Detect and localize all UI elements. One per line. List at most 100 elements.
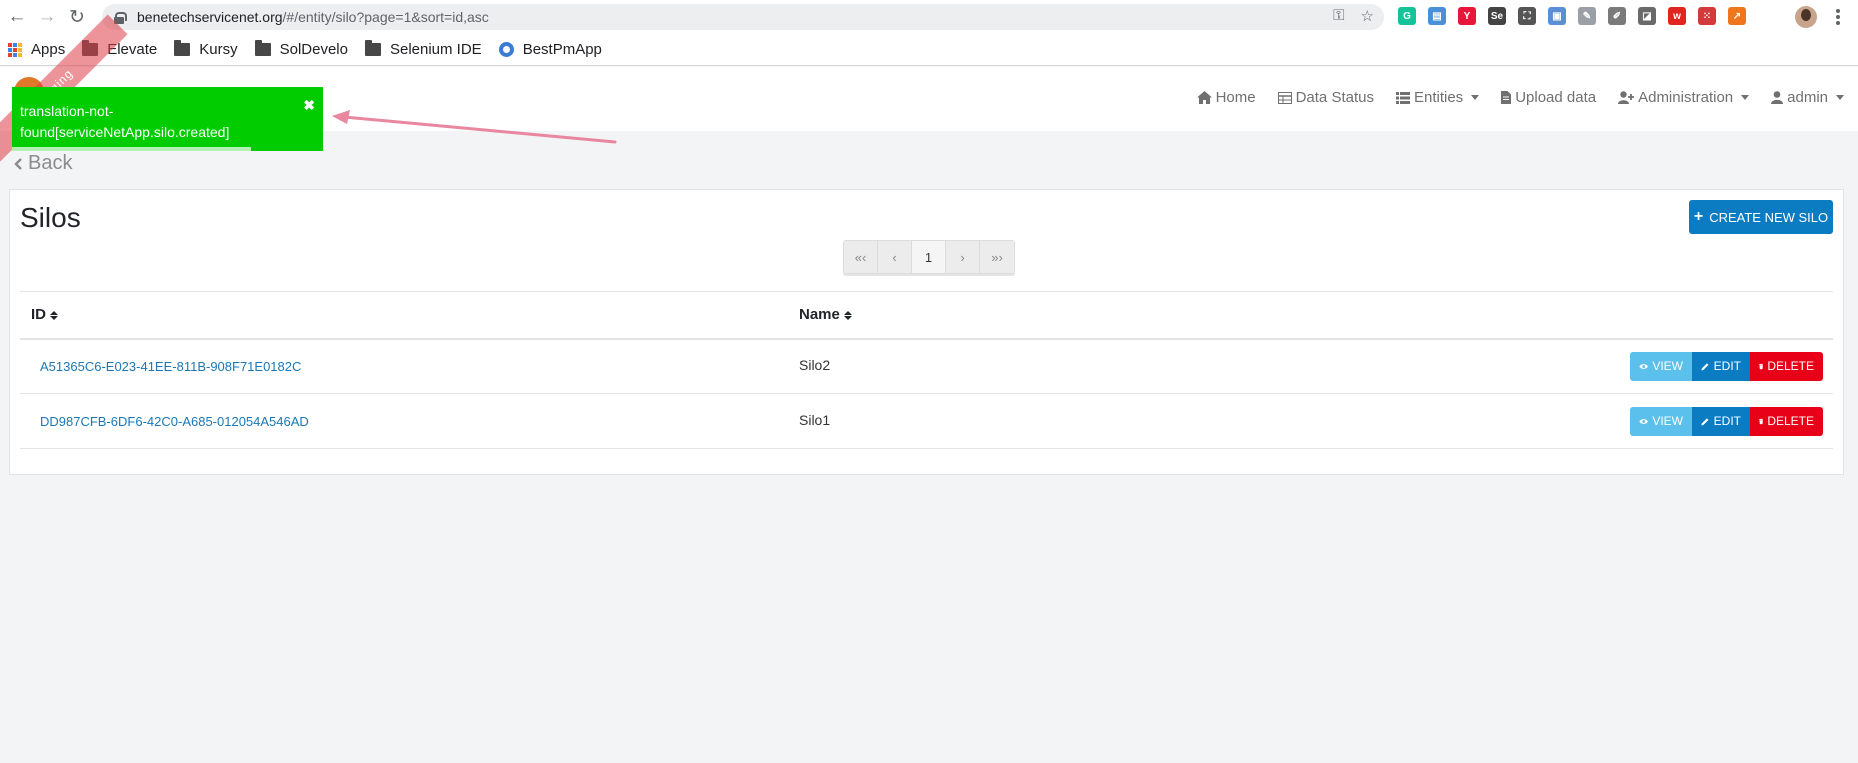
edit-button-label: EDIT bbox=[1713, 359, 1741, 374]
url-host: benetechservicenet.org bbox=[137, 9, 283, 25]
nav-data-status-label: Data Status bbox=[1295, 89, 1374, 106]
extension-icon[interactable]: w bbox=[1668, 7, 1686, 25]
pagination-last[interactable]: »› bbox=[980, 241, 1014, 273]
edit-button[interactable]: EDIT bbox=[1692, 406, 1750, 436]
back-label: Back bbox=[28, 152, 73, 174]
bookmark-soldevelo[interactable]: SolDevelo bbox=[254, 40, 348, 58]
extension-icon[interactable]: ◪ bbox=[1638, 7, 1656, 25]
view-button[interactable]: VIEW bbox=[1630, 406, 1692, 436]
file-icon bbox=[1501, 91, 1512, 104]
url-path: /#/entity/silo?page=1&sort=id,asc bbox=[282, 9, 489, 25]
extension-icon[interactable]: ✐ bbox=[1608, 7, 1626, 25]
home-icon bbox=[1196, 91, 1212, 104]
profile-avatar[interactable] bbox=[1795, 6, 1817, 28]
view-button-label: VIEW bbox=[1652, 414, 1683, 428]
bestpmapp-icon bbox=[498, 42, 514, 57]
close-icon[interactable]: ✖ bbox=[303, 95, 315, 116]
nav-entities-label: Entities bbox=[1413, 89, 1464, 106]
column-header-label: Name bbox=[799, 306, 840, 324]
forward-arrow-icon[interactable]: → bbox=[32, 2, 62, 32]
back-link[interactable]: Back bbox=[14, 152, 72, 175]
toast-message-line1: translation-not- bbox=[20, 103, 114, 119]
pagination-next[interactable]: › bbox=[946, 241, 980, 273]
pagination-prev[interactable]: ‹ bbox=[878, 241, 912, 273]
create-new-silo-button[interactable]: + CREATE NEW SILO bbox=[1689, 200, 1833, 234]
user-plus-icon bbox=[1618, 91, 1635, 104]
column-header-name[interactable]: Name bbox=[788, 291, 1288, 340]
bookmark-label: Selenium IDE bbox=[389, 41, 482, 58]
bookmark-label: Apps bbox=[31, 41, 66, 58]
nav-upload-data-label: Upload data bbox=[1515, 89, 1597, 106]
view-button-label: VIEW bbox=[1652, 359, 1683, 374]
eye-icon bbox=[1639, 418, 1648, 424]
nav-entities[interactable]: Entities bbox=[1395, 89, 1480, 106]
list-icon bbox=[1395, 91, 1410, 104]
row-name: Silo2 bbox=[788, 338, 1288, 394]
row-id-link[interactable]: DD987CFB-6DF6-42C0-A685-012054A546AD bbox=[20, 393, 788, 449]
delete-button-label: DELETE bbox=[1767, 414, 1814, 428]
extension-icon[interactable]: ⁙ bbox=[1698, 7, 1716, 25]
nav-account-label: admin bbox=[1787, 89, 1828, 106]
bookmark-bestpmapp[interactable]: BestPmApp bbox=[498, 41, 602, 58]
nav-home[interactable]: Home bbox=[1196, 89, 1256, 106]
extension-icon[interactable]: ▣ bbox=[1548, 7, 1566, 25]
table-row: A51365C6-E023-41EE-811B-908F71E0182C Sil… bbox=[20, 338, 1833, 394]
view-button[interactable]: VIEW bbox=[1630, 351, 1692, 381]
create-button-label: CREATE NEW SILO bbox=[1709, 209, 1829, 225]
sort-icon bbox=[843, 310, 852, 320]
chevron-down-icon bbox=[1836, 95, 1844, 100]
silos-card: Silos + CREATE NEW SILO «‹ ‹ 1 › »› ID N… bbox=[9, 189, 1844, 475]
pagination-first[interactable]: «‹ bbox=[844, 241, 878, 273]
browser-menu-icon[interactable] bbox=[1836, 9, 1840, 25]
table-header-row: ID Name bbox=[20, 291, 1833, 340]
apps-grid-icon bbox=[8, 42, 22, 57]
extension-icon[interactable]: ▤ bbox=[1428, 7, 1446, 25]
row-id-link[interactable]: A51365C6-E023-41EE-811B-908F71E0182C bbox=[20, 338, 788, 394]
nav-home-label: Home bbox=[1215, 89, 1256, 106]
pagination-page-1[interactable]: 1 bbox=[912, 241, 946, 273]
extension-icon[interactable]: ⛶ bbox=[1518, 7, 1536, 25]
extension-icon[interactable]: Y bbox=[1458, 7, 1476, 25]
reload-icon[interactable]: ↻ bbox=[62, 2, 92, 32]
nav-account[interactable]: admin bbox=[1771, 89, 1844, 106]
delete-button[interactable]: DELETE bbox=[1750, 406, 1823, 436]
annotation-arrow bbox=[332, 110, 617, 144]
bookmark-label: Kursy bbox=[199, 41, 238, 58]
row-name: Silo1 bbox=[788, 393, 1288, 449]
extension-icon[interactable]: G bbox=[1398, 7, 1416, 25]
plus-icon: + bbox=[1693, 208, 1704, 225]
trash-icon bbox=[1759, 418, 1764, 424]
nav-administration[interactable]: Administration bbox=[1618, 89, 1750, 106]
bookmark-apps[interactable]: Apps bbox=[8, 41, 65, 58]
extensions-bar: G ▤ Y Se ⛶ ▣ ✎ ✐ ◪ w ⁙ ↗ bbox=[1398, 7, 1746, 25]
nav-upload-data[interactable]: Upload data bbox=[1501, 89, 1596, 106]
extension-icon[interactable]: ✎ bbox=[1578, 7, 1596, 25]
table-row: DD987CFB-6DF6-42C0-A685-012054A546AD Sil… bbox=[20, 393, 1833, 449]
folder-icon bbox=[174, 40, 191, 56]
delete-button-label: DELETE bbox=[1767, 359, 1814, 374]
edit-button[interactable]: EDIT bbox=[1692, 351, 1750, 381]
star-icon[interactable]: ☆ bbox=[1361, 7, 1374, 25]
extension-icon[interactable]: ↗ bbox=[1728, 7, 1746, 25]
bookmark-selenium-ide[interactable]: Selenium IDE bbox=[364, 40, 482, 58]
row-actions: VIEW EDIT DELETE bbox=[1288, 393, 1833, 449]
bookmark-kursy[interactable]: Kursy bbox=[174, 40, 238, 58]
folder-icon bbox=[364, 40, 381, 56]
folder-icon bbox=[254, 40, 271, 56]
nav-data-status[interactable]: Data Status bbox=[1277, 89, 1374, 106]
nav-administration-label: Administration bbox=[1638, 89, 1734, 106]
address-bar[interactable]: benetechservicenet.org/#/entity/silo?pag… bbox=[102, 4, 1384, 30]
silos-table: ID Name A51365C6-E023-41EE-811B-908F71E0… bbox=[20, 291, 1833, 449]
column-header-label: ID bbox=[31, 306, 46, 324]
bookmark-label: SolDevelo bbox=[279, 41, 348, 58]
bookmarks-bar: Apps Elevate Kursy SolDevelo Selenium ID… bbox=[0, 34, 1858, 66]
delete-button[interactable]: DELETE bbox=[1750, 351, 1823, 381]
extension-icon[interactable]: Se bbox=[1488, 7, 1506, 25]
chevron-down-icon bbox=[1741, 95, 1750, 100]
browser-toolbar: ← → ↻ benetechservicenet.org/#/entity/si… bbox=[0, 0, 1858, 34]
column-header-id[interactable]: ID bbox=[20, 291, 788, 340]
back-arrow-icon[interactable]: ← bbox=[2, 2, 32, 32]
chevron-down-icon bbox=[1471, 95, 1480, 100]
user-icon bbox=[1771, 91, 1784, 104]
key-icon[interactable]: ⚿ bbox=[1333, 7, 1344, 25]
